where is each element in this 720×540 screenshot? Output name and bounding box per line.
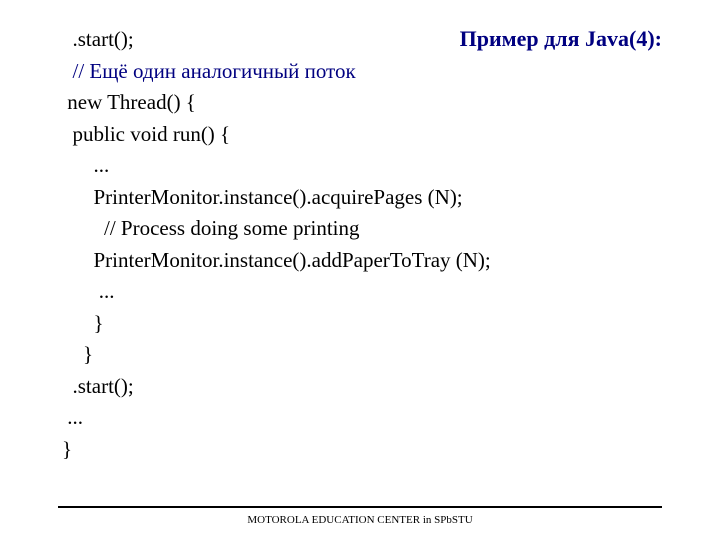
code-line: public void run() { xyxy=(62,122,230,146)
code-line: PrinterMonitor.instance().acquirePages (… xyxy=(62,185,463,209)
code-line: PrinterMonitor.instance().addPaperToTray… xyxy=(62,248,491,272)
code-line: } xyxy=(62,342,93,366)
code-line: ... xyxy=(62,153,109,177)
code-line: ... xyxy=(62,405,83,429)
footer-divider xyxy=(58,506,662,508)
footer-text: MOTOROLA EDUCATION CENTER in SPbSTU xyxy=(0,514,720,526)
code-line: .start(); xyxy=(62,374,134,398)
slide: Пример для Java(4): .start(); // Ещё оди… xyxy=(0,0,720,540)
code-line: new Thread() { xyxy=(62,90,196,114)
code-line: ... xyxy=(62,279,115,303)
code-line: } xyxy=(62,311,104,335)
code-line: // Process doing some printing xyxy=(62,216,360,240)
code-line: .start(); xyxy=(62,27,134,51)
code-line: } xyxy=(62,437,72,461)
code-comment: // Ещё один аналогичный поток xyxy=(62,59,356,83)
code-block: .start(); // Ещё один аналогичный поток … xyxy=(62,24,662,465)
